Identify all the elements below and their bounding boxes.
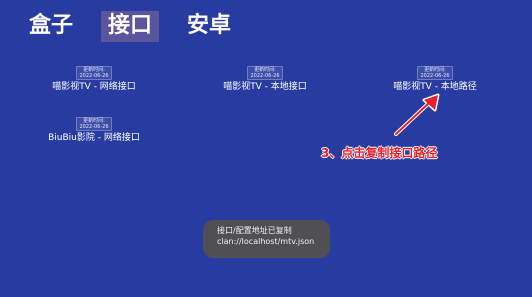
update-time-badge: 更新时间: 2022-06-26: [417, 66, 453, 80]
update-time-badge: 更新时间: 2022-06-26: [247, 66, 283, 80]
copied-toast: 接口/配置地址已复制 clan://localhost/mtv.json: [203, 220, 330, 258]
interface-name: 喵影视TV - 本地路径: [393, 82, 477, 92]
annotation-text: 3、点击复制接口路径: [321, 146, 438, 160]
toast-url: clan://localhost/mtv.json: [217, 237, 315, 246]
update-date: 2022-06-26: [420, 73, 450, 79]
interface-item-mtv-network[interactable]: 更新时间: 2022-06-26 喵影视TV - 网络接口: [19, 62, 169, 93]
tab-box[interactable]: 盒子: [29, 11, 73, 41]
update-date: 2022-06-26: [250, 73, 280, 79]
update-date: 2022-06-26: [79, 73, 109, 79]
top-tab-bar: 盒子 接口 安卓: [0, 0, 532, 52]
tab-android[interactable]: 安卓: [187, 11, 231, 41]
toast-message: 接口/配置地址已复制: [217, 226, 292, 235]
interface-item-mtv-local[interactable]: 更新时间: 2022-06-26 喵影视TV - 本地接口: [190, 62, 340, 93]
interface-name: 喵影视TV - 网络接口: [52, 82, 136, 92]
update-time-badge: 更新时间: 2022-06-26: [76, 117, 112, 131]
app-screen: 盒子 接口 安卓 更新时间: 2022-06-26 喵影视TV - 网络接口 更…: [0, 0, 532, 297]
interface-item-biubiu-network[interactable]: 更新时间: 2022-06-26 BiuBiu影院 - 网络接口: [19, 113, 169, 144]
update-date: 2022-06-26: [79, 124, 109, 130]
tab-interface[interactable]: 接口: [101, 11, 159, 42]
update-time-badge: 更新时间: 2022-06-26: [76, 66, 112, 80]
annotation-arrow-icon: [394, 93, 440, 136]
interface-name: 喵影视TV - 本地接口: [223, 82, 307, 92]
interface-name: BiuBiu影院 - 网络接口: [48, 133, 140, 143]
interface-item-mtv-local-path[interactable]: 更新时间: 2022-06-26 喵影视TV - 本地路径: [360, 62, 510, 93]
